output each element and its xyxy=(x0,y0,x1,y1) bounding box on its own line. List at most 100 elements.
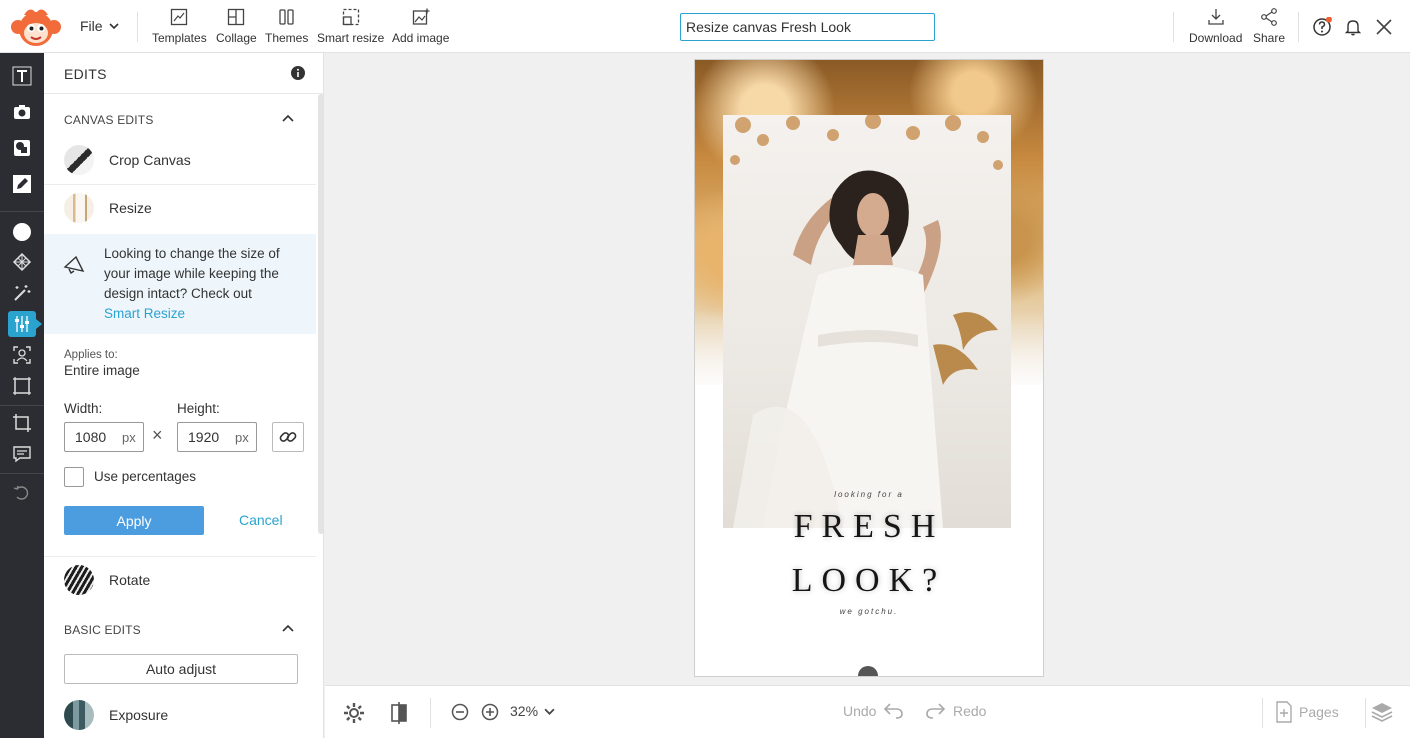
pages-button[interactable]: Pages xyxy=(1275,701,1339,723)
width-input[interactable] xyxy=(75,429,117,445)
cancel-button[interactable]: Cancel xyxy=(239,512,283,528)
share-icon xyxy=(1261,8,1277,26)
use-percentages-checkbox[interactable] xyxy=(64,467,84,487)
file-menu-label: File xyxy=(80,18,103,34)
zoom-out-icon[interactable] xyxy=(451,703,469,721)
text-icon xyxy=(12,66,32,86)
megaphone-icon xyxy=(63,255,85,274)
smart-resize-button[interactable]: Smart resize xyxy=(317,8,384,45)
resize-item[interactable]: Resize xyxy=(44,185,316,231)
close-icon[interactable] xyxy=(1376,19,1392,35)
smart-resize-link[interactable]: Smart Resize xyxy=(104,306,185,321)
themes-label: Themes xyxy=(265,31,309,45)
height-unit: px xyxy=(235,430,249,445)
canvas-handle[interactable] xyxy=(858,666,878,676)
toolbar-divider xyxy=(1298,12,1299,42)
help-icon[interactable] xyxy=(1312,17,1332,37)
bottom-toolbar: 32% Undo Redo Pages xyxy=(325,685,1410,738)
basic-edits-section-header[interactable]: BASIC EDITS xyxy=(44,611,316,647)
rail-text-tool[interactable] xyxy=(8,63,36,89)
height-label: Height: xyxy=(177,401,220,416)
woman-photo[interactable] xyxy=(723,115,1011,528)
edits-panel-title: EDITS xyxy=(64,66,107,82)
design-canvas[interactable]: looking for a FRESH LOOK? we gotchu. xyxy=(694,59,1044,677)
rail-draw-tool[interactable] xyxy=(8,171,36,197)
info-icon[interactable] xyxy=(291,66,305,80)
picmonkey-logo-icon[interactable] xyxy=(10,7,62,47)
zoom-dropdown[interactable]: 32% xyxy=(510,703,555,719)
rail-frames-tool[interactable] xyxy=(8,373,36,399)
exposure-thumbnail xyxy=(64,700,94,730)
rotate-item[interactable]: Rotate xyxy=(44,557,316,603)
exposure-item[interactable]: Exposure xyxy=(44,692,316,738)
rail-photo-tool[interactable] xyxy=(8,99,36,125)
width-label: Width: xyxy=(64,401,103,416)
add-image-label: Add image xyxy=(392,31,450,45)
rail-effects-tool[interactable] xyxy=(8,280,36,306)
notifications-bell-icon[interactable] xyxy=(1344,18,1362,36)
redo-arrow-icon xyxy=(926,703,946,719)
collage-icon xyxy=(228,8,245,26)
themes-button[interactable]: Themes xyxy=(265,8,308,45)
rotate-thumbnail xyxy=(64,565,94,595)
rail-texture-tool[interactable] xyxy=(8,249,36,275)
redo-button[interactable]: Redo xyxy=(925,702,986,720)
width-unit: px xyxy=(122,430,136,445)
collage-button[interactable]: Collage xyxy=(216,8,257,45)
basic-edits-section-label: BASIC EDITS xyxy=(64,623,141,637)
project-title-input[interactable] xyxy=(680,13,935,41)
toolbar-divider xyxy=(1173,12,1174,42)
undo-label: Undo xyxy=(843,703,877,719)
rail-graphics-tool[interactable] xyxy=(8,135,36,161)
toolbar-divider xyxy=(1365,698,1366,728)
zoom-in-icon[interactable] xyxy=(481,703,499,721)
rail-circle-tool[interactable] xyxy=(8,219,36,245)
width-field[interactable]: px xyxy=(64,422,144,452)
download-icon xyxy=(1208,9,1224,25)
add-image-button[interactable]: Add image xyxy=(392,8,449,45)
poster-line-2[interactable]: FRESH xyxy=(695,508,1043,546)
canvas-edits-section-label: CANVAS EDITS xyxy=(64,113,154,127)
canvas-workspace[interactable]: looking for a FRESH LOOK? we gotchu. xyxy=(325,53,1410,685)
poster-line-3[interactable]: LOOK? xyxy=(695,562,1043,600)
toolbar-divider xyxy=(430,698,431,728)
poster-line-1[interactable]: looking for a xyxy=(695,490,1043,499)
texture-icon xyxy=(12,252,32,272)
resize-thumbnail xyxy=(64,193,94,223)
smart-resize-icon xyxy=(342,8,359,26)
canvas-edits-section-header[interactable]: CANVAS EDITS xyxy=(44,101,316,137)
apply-button[interactable]: Apply xyxy=(64,506,204,535)
collage-label: Collage xyxy=(216,31,257,45)
height-field[interactable]: px xyxy=(177,422,257,452)
templates-button[interactable]: Templates xyxy=(152,8,207,45)
panel-scrollbar[interactable] xyxy=(318,94,323,534)
lock-aspect-ratio-button[interactable] xyxy=(272,422,304,452)
crop-canvas-thumbnail xyxy=(64,145,94,175)
compare-icon[interactable] xyxy=(390,702,408,724)
comment-icon xyxy=(13,446,31,463)
undo-button[interactable]: Undo xyxy=(843,702,904,720)
download-button[interactable]: Download xyxy=(1189,8,1242,45)
share-button[interactable]: Share xyxy=(1253,8,1285,45)
frame-icon xyxy=(13,377,31,395)
crop-canvas-item[interactable]: Crop Canvas xyxy=(44,137,316,183)
height-input[interactable] xyxy=(188,429,230,445)
magic-wand-icon xyxy=(14,285,31,301)
multiply-sign: × xyxy=(152,425,163,445)
toolbar-divider xyxy=(137,12,138,42)
rail-adjustments-tool[interactable] xyxy=(8,311,42,337)
file-menu[interactable]: File xyxy=(80,18,119,34)
rail-resize-tool[interactable] xyxy=(8,410,36,436)
auto-adjust-button[interactable]: Auto adjust xyxy=(64,654,298,684)
themes-icon xyxy=(279,9,294,25)
layers-icon[interactable] xyxy=(1371,701,1393,723)
crop-canvas-label: Crop Canvas xyxy=(109,152,191,168)
rail-divider xyxy=(0,211,44,212)
rail-comments-tool[interactable] xyxy=(8,441,36,467)
smart-resize-tip-text: Looking to change the size of your image… xyxy=(104,244,304,324)
undo-arrow-icon xyxy=(884,703,904,719)
settings-gear-icon[interactable] xyxy=(343,702,365,724)
rail-touch-up-tool[interactable] xyxy=(8,342,36,368)
poster-line-4[interactable]: we gotchu. xyxy=(695,607,1043,616)
rail-history-button[interactable] xyxy=(8,480,36,506)
